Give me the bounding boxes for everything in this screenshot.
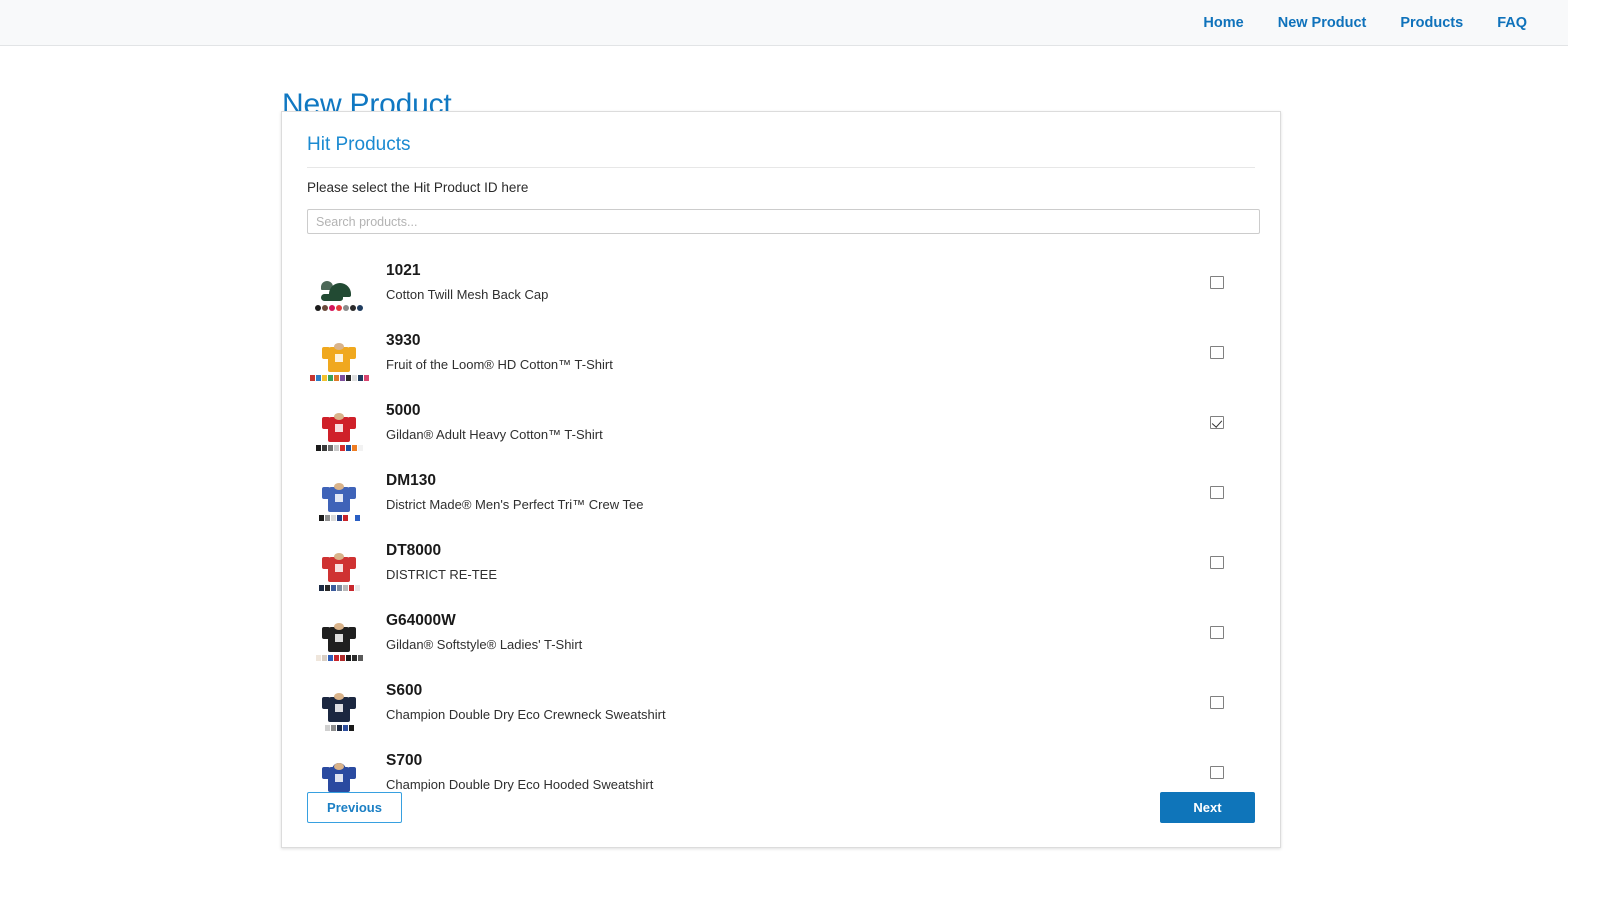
product-checkbox-cell[interactable]: [1197, 486, 1237, 499]
product-thumbnail: [310, 673, 368, 731]
product-id: 1021: [386, 262, 1197, 280]
product-name: Fruit of the Loom® HD Cotton™ T-Shirt: [386, 357, 1197, 372]
product-row[interactable]: S600 Champion Double Dry Eco Crewneck Swe…: [307, 667, 1255, 737]
product-name: Champion Double Dry Eco Hooded Sweatshir…: [386, 777, 1197, 792]
top-navigation-bar: Home New Product Products FAQ: [0, 0, 1568, 46]
product-checkbox[interactable]: [1210, 346, 1224, 359]
product-checkbox[interactable]: [1210, 696, 1224, 709]
product-text: S700 Champion Double Dry Eco Hooded Sweat…: [386, 752, 1197, 792]
product-id: 3930: [386, 332, 1197, 350]
product-list: 1021 Cotton Twill Mesh Back Cap 3930 Fruit …: [307, 247, 1255, 807]
cap-icon: [321, 281, 357, 303]
garment-icon: [322, 483, 356, 513]
garment-icon: [322, 553, 356, 583]
nav-link-products[interactable]: Products: [1383, 0, 1480, 46]
product-name: Champion Double Dry Eco Crewneck Sweatsh…: [386, 707, 1197, 722]
product-checkbox-cell[interactable]: [1197, 766, 1237, 779]
product-row[interactable]: 1021 Cotton Twill Mesh Back Cap: [307, 247, 1255, 317]
garment-icon: [322, 343, 356, 373]
garment-icon: [322, 413, 356, 443]
product-thumbnail: [310, 463, 368, 521]
product-row[interactable]: 5000 Gildan® Adult Heavy Cotton™ T-Shirt: [307, 387, 1255, 457]
product-row[interactable]: DM130 District Made® Men's Perfect Tri™ C…: [307, 457, 1255, 527]
nav-links: Home New Product Products FAQ: [1186, 0, 1568, 46]
product-checkbox-cell[interactable]: [1197, 626, 1237, 639]
product-thumbnail: [310, 323, 368, 381]
product-id: S600: [386, 682, 1197, 700]
color-swatches: [325, 725, 354, 731]
hit-products-card: Hit Products Please select the Hit Produ…: [281, 111, 1281, 848]
product-name: District Made® Men's Perfect Tri™ Crew T…: [386, 497, 1197, 512]
product-checkbox[interactable]: [1210, 276, 1224, 289]
product-id: DM130: [386, 472, 1197, 490]
product-name: Gildan® Softstyle® Ladies' T-Shirt: [386, 637, 1197, 652]
color-swatches: [316, 655, 363, 661]
product-id: 5000: [386, 402, 1197, 420]
product-text: 3930 Fruit of the Loom® HD Cotton™ T-Shir…: [386, 332, 1197, 372]
product-row[interactable]: 3930 Fruit of the Loom® HD Cotton™ T-Shir…: [307, 317, 1255, 387]
product-text: DM130 District Made® Men's Perfect Tri™ C…: [386, 472, 1197, 512]
color-swatches: [315, 305, 363, 311]
color-swatches: [319, 585, 360, 591]
product-id: S700: [386, 752, 1197, 770]
color-swatches: [310, 375, 369, 381]
product-thumbnail: [310, 603, 368, 661]
product-thumbnail: [310, 393, 368, 451]
nav-link-faq[interactable]: FAQ: [1480, 0, 1544, 46]
product-checkbox-cell[interactable]: [1197, 416, 1237, 429]
product-name: Cotton Twill Mesh Back Cap: [386, 287, 1197, 302]
card-body: Hit Products Please select the Hit Produ…: [282, 112, 1280, 807]
product-checkbox[interactable]: [1210, 556, 1224, 569]
product-thumbnail: [310, 253, 368, 311]
product-id: DT8000: [386, 542, 1197, 560]
product-text: 5000 Gildan® Adult Heavy Cotton™ T-Shirt: [386, 402, 1197, 442]
product-checkbox-cell[interactable]: [1197, 556, 1237, 569]
card-title: Hit Products: [307, 134, 1255, 168]
card-subtitle: Please select the Hit Product ID here: [307, 180, 1255, 195]
product-id: G64000W: [386, 612, 1197, 630]
product-checkbox-cell[interactable]: [1197, 346, 1237, 359]
product-thumbnail: [310, 533, 368, 591]
garment-icon: [322, 693, 356, 723]
nav-link-home[interactable]: Home: [1186, 0, 1260, 46]
search-input[interactable]: [307, 209, 1260, 234]
product-checkbox-cell[interactable]: [1197, 276, 1237, 289]
product-checkbox[interactable]: [1210, 626, 1224, 639]
garment-icon: [322, 763, 356, 793]
product-row[interactable]: G64000W Gildan® Softstyle® Ladies' T-Shir…: [307, 597, 1255, 667]
nav-link-new-product[interactable]: New Product: [1261, 0, 1384, 46]
garment-icon: [322, 623, 356, 653]
color-swatches: [316, 445, 363, 451]
product-name: Gildan® Adult Heavy Cotton™ T-Shirt: [386, 427, 1197, 442]
product-name: DISTRICT RE-TEE: [386, 567, 1197, 582]
next-button[interactable]: Next: [1160, 792, 1255, 823]
product-text: G64000W Gildan® Softstyle® Ladies' T-Shir…: [386, 612, 1197, 652]
product-checkbox-cell[interactable]: [1197, 696, 1237, 709]
product-checkbox[interactable]: [1210, 416, 1224, 429]
product-text: DT8000 DISTRICT RE-TEE: [386, 542, 1197, 582]
color-swatches: [319, 515, 360, 521]
product-text: S600 Champion Double Dry Eco Crewneck Swe…: [386, 682, 1197, 722]
product-row[interactable]: DT8000 DISTRICT RE-TEE: [307, 527, 1255, 597]
product-checkbox[interactable]: [1210, 486, 1224, 499]
product-checkbox[interactable]: [1210, 766, 1224, 779]
card-footer: Previous Next: [282, 792, 1280, 823]
product-text: 1021 Cotton Twill Mesh Back Cap: [386, 262, 1197, 302]
previous-button[interactable]: Previous: [307, 792, 402, 823]
